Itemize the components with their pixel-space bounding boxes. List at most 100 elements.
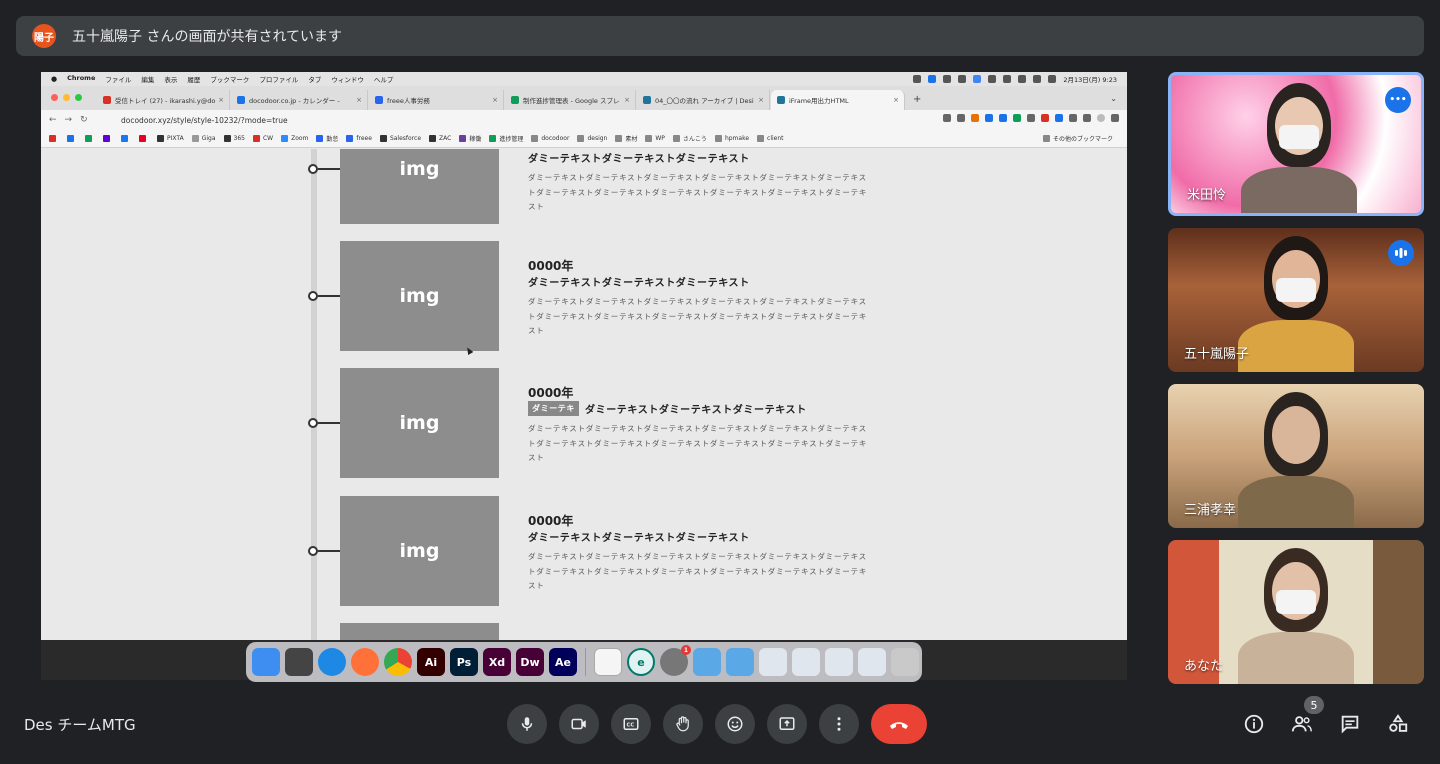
dock-app-label: Ps [456, 655, 472, 669]
mac-menu-item: ヘルプ [373, 76, 394, 84]
close-window-icon [51, 94, 58, 101]
meeting-details-button[interactable] [1242, 712, 1266, 736]
mac-menu-item: タブ [308, 76, 322, 84]
other-bookmarks: その他のブックマーク [1042, 134, 1113, 143]
system-preferences-icon: 1 [660, 645, 691, 676]
dock-app-label: Ai [424, 655, 438, 669]
presenter-avatar: 陽子 [32, 24, 56, 48]
mac-clock: 2月13日(月) 9:23 [1063, 76, 1117, 84]
status-icon [1033, 75, 1042, 83]
bookmark-label: Zoom [291, 135, 309, 142]
activities-button[interactable] [1386, 712, 1410, 736]
bookmark-label: 稼働 [469, 136, 482, 143]
extension-icon [1013, 114, 1021, 122]
microphone-button[interactable] [507, 704, 547, 744]
timeline-dot [308, 164, 318, 174]
bookmark-item: docodoor [531, 134, 569, 143]
participant-tile[interactable]: 米田怜 ••• [1168, 72, 1424, 216]
participant-tile[interactable]: 三浦孝幸 [1168, 384, 1424, 528]
timeline-connector [318, 168, 340, 170]
entry-title: ダミーテキストダミーテキストダミーテキスト [528, 150, 750, 165]
image-placeholder: img [340, 496, 499, 606]
tab-label: 04_〇〇の流れ アーカイブ | Desi [655, 97, 754, 105]
participant-tile[interactable]: あなた [1168, 540, 1424, 684]
entry-title-text: ダミーテキストダミーテキストダミーテキスト [528, 278, 750, 289]
face-mask [1279, 125, 1319, 149]
tab-label: freee人事労務 [387, 97, 430, 105]
bookmark-icon [714, 135, 722, 142]
profile-icon [1097, 114, 1105, 122]
bookmark-icon [49, 135, 56, 142]
textedit-icon [594, 648, 622, 676]
bookmark-label: design [587, 135, 608, 142]
tab-favicon-icon [375, 96, 383, 104]
bookmark-label: client [767, 135, 784, 142]
bookmark-item: 素材 [615, 134, 637, 143]
bookmark-label: Giga [201, 135, 216, 142]
bookmark-item: 進捗管理 [489, 134, 523, 143]
entry-title-text: ダミーテキストダミーテキストダミーテキスト [528, 533, 750, 544]
captions-button[interactable]: CC [611, 704, 651, 744]
presenting-banner: 陽子 五十嵐陽子 さんの画面が共有されています [16, 16, 1424, 56]
entry-title: ダミーテキストダミーテキストダミーテキスト [528, 274, 750, 289]
browser-tab: 受信トレイ (27) - ikarashi.y@do × [97, 90, 230, 110]
reactions-button[interactable] [715, 704, 755, 744]
image-placeholder-partial [340, 623, 499, 640]
bookmark-icon [157, 135, 164, 142]
tab-favicon-icon [237, 96, 245, 104]
bookmark-icon [615, 135, 623, 142]
present-button[interactable] [767, 704, 807, 744]
notification-badge: 1 [681, 645, 691, 655]
bookmark-label: docodoor [541, 135, 570, 142]
mac-dock: Ai Ps Xd Dw Ae e 1 [246, 642, 922, 682]
raise-hand-button[interactable] [663, 704, 703, 744]
bookmark-label: PIXTA [167, 135, 184, 142]
bookmark-icon [346, 135, 354, 142]
timeline-dot [308, 418, 318, 428]
forward-icon: → [64, 115, 73, 125]
mac-menu-item: プロファイル [259, 76, 299, 84]
people-button[interactable] [1290, 712, 1314, 736]
bookmark-icon [252, 135, 260, 142]
mac-menus: Chrome ファイル 編集 表示 履歴 ブックマーク プロファイル タブ ウィンドウ ヘルプ [67, 74, 403, 84]
bookmark-item: WP [645, 134, 665, 143]
bookmarks: PIXTA Giga 365 CW Zoom 勤怠 freee Salesforce ZAC 稼働… [49, 134, 792, 143]
bookmark-item: design [577, 134, 607, 143]
bookmark-icon [672, 135, 680, 142]
more-icon [1111, 114, 1119, 122]
bookmark-item: hpmake [714, 134, 749, 143]
firefox-icon [351, 648, 379, 676]
bookmark-item: さんこう [672, 134, 707, 143]
bookmark-item: PIXTA [157, 134, 184, 143]
participant-tile[interactable]: 五十嵐陽子 [1168, 228, 1424, 372]
bookmark-label: Salesforce [389, 135, 422, 142]
bookmarks-bar: PIXTA Giga 365 CW Zoom 勤怠 freee Salesforce ZAC 稼働… [41, 130, 1127, 148]
chat-button[interactable] [1338, 712, 1362, 736]
extension-icon [985, 114, 993, 122]
camera-icon [571, 718, 586, 730]
participant-name: 五十嵐陽子 [1184, 347, 1250, 362]
bookmark-icon [459, 135, 467, 142]
entry-title: ダミーテキ ダミーテキストダミーテキストダミーテキスト [528, 401, 807, 416]
bookmark-item [121, 134, 131, 143]
camera-button[interactable] [559, 704, 599, 744]
tab-favicon-icon [777, 96, 785, 104]
mac-menu-item: ファイル [105, 76, 132, 84]
url-field: docodoor.xyz/style/style-10232/?mode=tru… [101, 113, 885, 127]
hangup-icon [890, 722, 908, 729]
status-icon [928, 75, 937, 83]
chat-icon [1341, 715, 1359, 734]
status-icon [1003, 75, 1012, 83]
participant-body [1241, 167, 1357, 213]
presenter-screen: ● Chrome ファイル 編集 表示 履歴 ブックマーク プロファイル タブ ウィンドウ ヘルプ… [41, 72, 1127, 640]
extension-icon [1055, 114, 1063, 122]
more-options-icon[interactable]: ••• [1385, 87, 1411, 113]
bookmark-item: CW [252, 134, 273, 143]
status-icon [943, 75, 952, 83]
more-options-button[interactable] [819, 704, 859, 744]
participant-body [1238, 476, 1354, 528]
browser-tab: docodoor.co.jp - カレンダー - × [231, 90, 368, 110]
dock-separator [585, 648, 586, 676]
after-effects-icon: Ae [549, 648, 577, 676]
leave-call-button[interactable] [871, 704, 927, 744]
